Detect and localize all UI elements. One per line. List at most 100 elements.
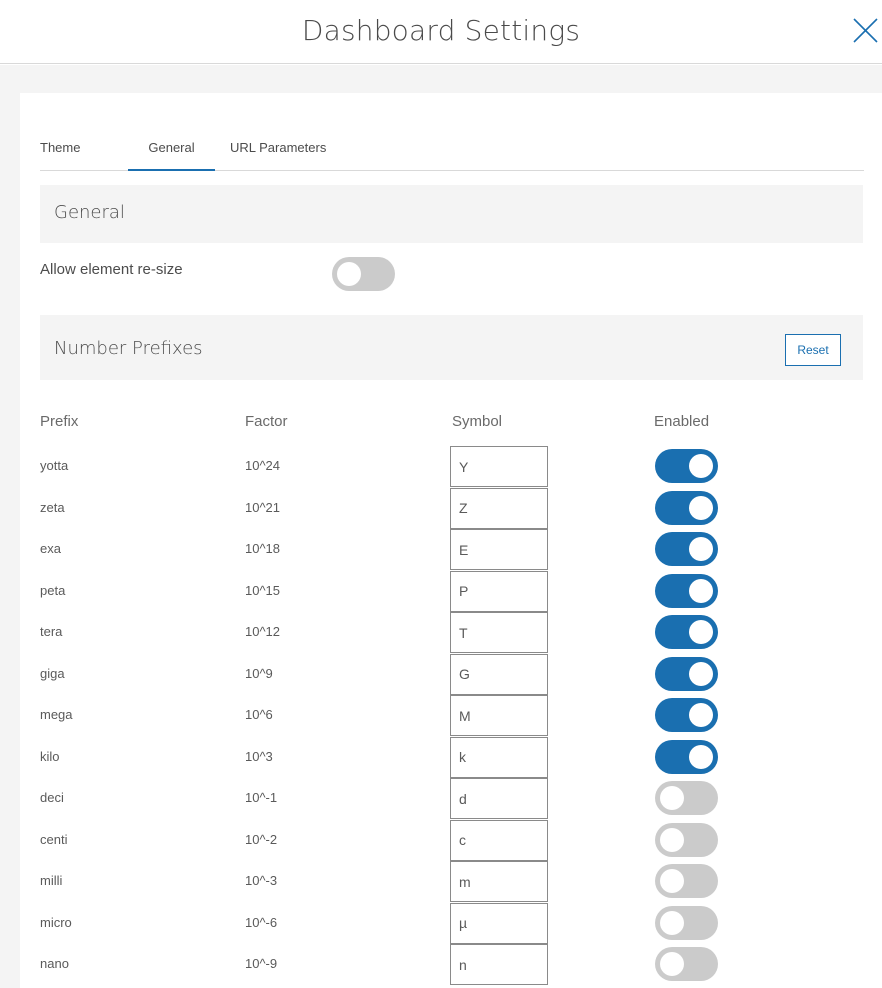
general-section-title: General <box>54 202 125 223</box>
tab-general[interactable]: General <box>128 139 215 171</box>
prefix-factor: 10^-6 <box>245 914 278 930</box>
table-row: milli 10^-3 <box>20 860 882 902</box>
enabled-toggle[interactable] <box>655 905 718 940</box>
prefix-name: zeta <box>40 499 65 515</box>
prefix-name: micro <box>40 914 72 930</box>
prefix-factor: 10^3 <box>245 748 273 764</box>
enabled-toggle[interactable] <box>655 739 718 774</box>
toggle-knob <box>337 262 361 286</box>
table-row: deci 10^-1 <box>20 777 882 819</box>
toggle-knob <box>689 537 713 561</box>
table-row: nano 10^-9 <box>20 943 882 985</box>
toggle-knob <box>689 578 713 603</box>
prefix-factor: 10^18 <box>245 541 281 556</box>
symbol-input[interactable] <box>450 446 548 487</box>
tab-url-parameters[interactable]: URL Parameters <box>230 139 326 171</box>
symbol-input[interactable] <box>450 487 548 529</box>
prefix-table: yotta 10^24 zeta 10^21 exa 10^18 peta 10^15 tera… <box>20 445 882 985</box>
table-row: zeta 10^21 <box>20 487 882 529</box>
reset-button[interactable]: Reset <box>785 334 841 366</box>
toggle-knob <box>689 703 713 727</box>
toggle-knob <box>660 952 684 976</box>
enabled-toggle[interactable] <box>655 532 718 566</box>
prefix-name: tera <box>40 624 63 639</box>
table-row: micro 10^-6 <box>20 902 882 944</box>
symbol-input[interactable] <box>450 819 548 861</box>
prefix-factor: 10^24 <box>245 458 281 473</box>
toggle-knob <box>660 827 684 852</box>
prefix-factor: 10^-1 <box>245 790 278 805</box>
number-prefixes-title: Number Prefixes <box>54 338 203 359</box>
table-row: kilo 10^3 <box>20 736 882 778</box>
enabled-toggle[interactable] <box>655 490 718 525</box>
symbol-input[interactable] <box>450 695 548 736</box>
toggle-knob <box>689 661 713 686</box>
table-row: giga 10^9 <box>20 653 882 695</box>
symbol-input[interactable] <box>450 529 548 570</box>
prefix-name: deci <box>40 790 64 805</box>
toggle-knob <box>689 620 713 644</box>
tab-theme[interactable]: Theme <box>40 139 80 171</box>
prefix-name: yotta <box>40 458 69 473</box>
table-row: centi 10^-2 <box>20 819 882 861</box>
symbol-input[interactable] <box>450 778 548 819</box>
settings-panel: Theme General URL Parameters General All… <box>20 93 882 988</box>
symbol-input[interactable] <box>450 570 548 612</box>
toggle-knob <box>689 495 713 520</box>
table-row: tera 10^12 <box>20 611 882 653</box>
prefix-factor: 10^12 <box>245 624 281 639</box>
symbol-input[interactable] <box>450 653 548 695</box>
prefix-factor: 10^-2 <box>245 831 278 847</box>
enabled-toggle[interactable] <box>655 449 718 483</box>
prefix-name: giga <box>40 665 65 681</box>
toggle-knob <box>660 786 684 810</box>
enabled-toggle[interactable] <box>655 698 718 732</box>
column-header-prefix: Prefix <box>40 413 79 430</box>
tab-bar: Theme General URL Parameters <box>40 139 864 171</box>
symbol-input[interactable] <box>450 861 548 902</box>
general-section-header: General <box>40 185 863 243</box>
enabled-toggle[interactable] <box>655 781 718 815</box>
prefix-name: centi <box>40 831 68 847</box>
symbol-input[interactable] <box>450 944 548 985</box>
table-row: yotta 10^24 <box>20 445 882 487</box>
table-row: exa 10^18 <box>20 528 882 570</box>
toggle-knob <box>689 744 713 769</box>
number-prefixes-section-header: Number Prefixes Reset <box>40 315 863 380</box>
prefix-name: mega <box>40 707 73 722</box>
close-button[interactable] <box>848 12 882 46</box>
dialog-header: Dashboard Settings <box>0 0 882 64</box>
table-row: mega 10^6 <box>20 694 882 736</box>
symbol-input[interactable] <box>450 902 548 944</box>
allow-resize-label: Allow element re-size <box>40 261 183 278</box>
prefix-factor: 10^-9 <box>245 956 278 971</box>
dialog-title: Dashboard Settings <box>301 14 581 47</box>
prefix-factor: 10^15 <box>245 582 281 598</box>
enabled-toggle[interactable] <box>655 573 718 608</box>
toggle-knob <box>660 869 684 893</box>
allow-resize-toggle[interactable] <box>332 257 395 291</box>
close-icon <box>853 18 878 43</box>
toggle-knob <box>689 454 713 478</box>
prefix-name: peta <box>40 582 66 598</box>
prefix-factor: 10^6 <box>245 707 273 722</box>
enabled-toggle[interactable] <box>655 615 718 649</box>
prefix-name: exa <box>40 541 61 556</box>
enabled-toggle[interactable] <box>655 947 718 981</box>
enabled-toggle[interactable] <box>655 822 718 857</box>
enabled-toggle[interactable] <box>655 864 718 898</box>
prefix-name: milli <box>40 873 63 888</box>
symbol-input[interactable] <box>450 612 548 653</box>
toggle-knob <box>660 910 684 935</box>
symbol-input[interactable] <box>450 736 548 778</box>
table-row: peta 10^15 <box>20 570 882 612</box>
enabled-toggle[interactable] <box>655 656 718 691</box>
prefix-factor: 10^-3 <box>245 873 278 888</box>
prefix-factor: 10^21 <box>245 499 281 515</box>
column-header-enabled: Enabled <box>654 413 710 430</box>
prefix-name: nano <box>40 956 69 971</box>
prefix-name: kilo <box>40 748 60 764</box>
column-header-factor: Factor <box>245 413 288 430</box>
column-header-symbol: Symbol <box>452 413 503 430</box>
prefix-factor: 10^9 <box>245 665 273 681</box>
